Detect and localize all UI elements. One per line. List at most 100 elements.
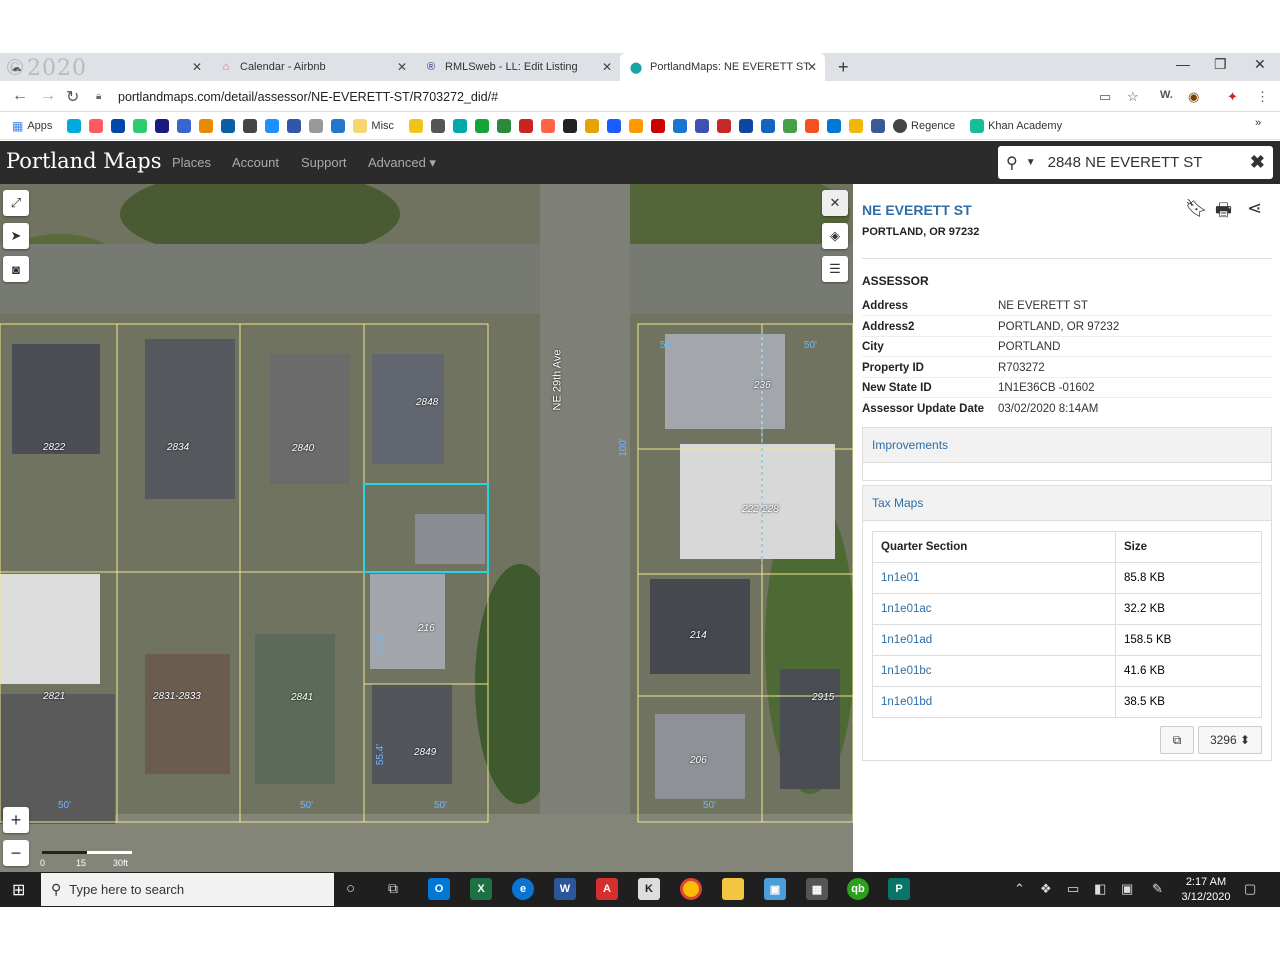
bookmark-regence[interactable]: Regence (893, 117, 963, 135)
nav-advanced[interactable]: Advanced ▾ (368, 155, 436, 171)
battery-icon[interactable]: ▭ (1067, 881, 1079, 897)
bookmark-icon[interactable] (265, 118, 280, 133)
address-search[interactable]: ⚲ ▼ 2848 NE EVERETT ST ✖ (998, 146, 1273, 179)
nav-support[interactable]: Support (301, 155, 347, 170)
quarter-section-link[interactable]: 1n1e01ad (872, 624, 1116, 656)
search-input[interactable]: 2848 NE EVERETT ST (1048, 154, 1250, 171)
edge-icon[interactable]: e (512, 878, 534, 900)
quarter-section-link[interactable]: 1n1e01ac (872, 593, 1116, 625)
tax-maps-header[interactable]: Tax Maps (863, 486, 1271, 520)
fullscreen-icon[interactable]: ⤢ (3, 190, 29, 216)
bookmark-icon[interactable] (475, 118, 490, 133)
nav-account[interactable]: Account (232, 155, 279, 170)
quarter-section-link[interactable]: 1n1e01 (872, 562, 1116, 594)
chrome-icon[interactable] (680, 878, 702, 900)
bookmark-icon[interactable] (287, 118, 302, 133)
portlandmaps-logo[interactable]: Portland Maps (6, 149, 162, 173)
aerial-map[interactable]: 2822 2834 2840 2848 2821 2831-2833 2841 … (0, 184, 853, 872)
quickbooks-icon[interactable]: qb (847, 878, 869, 900)
bookmark-icon[interactable] (111, 118, 126, 133)
bookmark-icon[interactable] (585, 118, 600, 133)
bookmark-icon[interactable] (221, 118, 236, 133)
bookmark-icon[interactable] (431, 118, 446, 133)
bookmark-icon[interactable]: 🔖︎ (1185, 198, 1208, 219)
bookmark-icon[interactable] (199, 118, 214, 133)
taskbar-search-input[interactable]: Type here to search (69, 882, 184, 897)
bookmark-icon[interactable] (243, 118, 258, 133)
notifications-icon[interactable]: ▢ (1244, 881, 1256, 897)
chevron-up-icon[interactable]: ⌃ (1014, 881, 1025, 897)
publisher-icon[interactable]: P (888, 878, 910, 900)
tab-close-icon[interactable]: ✕ (192, 60, 202, 74)
tab-close-icon[interactable]: ✕ (807, 60, 817, 74)
pen-icon[interactable]: ✎ (1152, 881, 1163, 897)
tax-map-select[interactable]: 3296 ⬍ (1198, 726, 1262, 754)
quarter-section-link[interactable]: 1n1e01bd (872, 686, 1116, 718)
bookmark-icon[interactable] (849, 118, 864, 133)
bookmark-apps[interactable]: ▦ Apps (12, 117, 60, 135)
layers-icon[interactable]: ◈ (822, 223, 848, 249)
locate-icon[interactable]: ➤ (3, 223, 29, 249)
tax-maps-accordion[interactable]: Tax Maps Quarter Section Size 1n1e01 85.… (862, 485, 1272, 761)
bookmark-icon[interactable] (827, 118, 842, 133)
extension-w-icon[interactable]: W. (1160, 89, 1173, 101)
chevron-down-icon[interactable]: ▼ (1026, 157, 1036, 168)
bookmark-icon[interactable] (89, 118, 104, 133)
cortana-icon[interactable]: ○ (346, 880, 355, 897)
extension-red-icon[interactable]: ✦ (1227, 89, 1238, 105)
network-icon[interactable]: ◧ (1094, 881, 1106, 897)
tab-portlandmaps[interactable]: ⬤ PortlandMaps: NE EVERETT ST ✕ (620, 53, 825, 81)
bookmark-icon[interactable] (541, 118, 556, 133)
search-icon[interactable]: ⚲ (1006, 153, 1018, 173)
bookmark-icon[interactable] (497, 118, 512, 133)
menu-kebab-icon[interactable]: ⋮ (1256, 89, 1269, 105)
bookmark-icon[interactable] (67, 118, 82, 133)
bookmark-icon[interactable] (177, 118, 192, 133)
bookmark-icon[interactable] (607, 118, 622, 133)
remote-desktop-icon[interactable]: ▣ (764, 878, 786, 900)
bookmark-icon[interactable] (155, 118, 170, 133)
bookmark-icon[interactable] (519, 118, 534, 133)
bookmark-icon[interactable] (651, 118, 666, 133)
bookmark-icon[interactable] (805, 118, 820, 133)
tab-rmls[interactable]: ® RMLSweb - LL: Edit Listing ✕ (415, 53, 620, 81)
zoom-out-button[interactable]: − (3, 840, 29, 866)
tab-close-icon[interactable]: ✕ (397, 60, 407, 74)
reload-icon[interactable]: ↻ (66, 87, 79, 107)
cast-icon[interactable]: ▭ (1099, 89, 1111, 105)
url-field[interactable]: 🔒︎ portlandmaps.com/detail/assessor/NE-E… (96, 85, 1086, 108)
star-icon[interactable]: ☆ (1127, 89, 1139, 105)
bookmark-icon[interactable] (761, 118, 776, 133)
bookmark-icon[interactable] (717, 118, 732, 133)
legend-list-icon[interactable]: ☰ (822, 256, 848, 282)
bookmark-icon[interactable] (739, 118, 754, 133)
display-icon[interactable]: ▣ (1121, 881, 1133, 897)
bookmark-icon[interactable] (453, 118, 468, 133)
new-tab-button[interactable]: + (828, 53, 856, 81)
print-icon[interactable]: 🖶 (1215, 198, 1232, 228)
bookmark-icon[interactable] (331, 118, 346, 133)
zoom-in-button[interactable]: + (3, 807, 29, 833)
outlook-icon[interactable]: O (428, 878, 450, 900)
improvements-header[interactable]: Improvements (863, 428, 1271, 462)
bookmark-icon[interactable] (563, 118, 578, 133)
tab-close-icon[interactable]: ✕ (602, 60, 612, 74)
task-view-icon[interactable]: ⧉ (388, 880, 398, 897)
more-bookmarks-icon[interactable]: » (1255, 117, 1261, 129)
bookmark-icon[interactable] (409, 118, 424, 133)
file-explorer-icon[interactable] (722, 878, 744, 900)
bookmark-icon[interactable] (673, 118, 688, 133)
bookmark-icon[interactable] (309, 118, 324, 133)
dropbox-icon[interactable]: ❖ (1040, 881, 1052, 897)
taskbar-search[interactable]: ⚲ Type here to search (41, 873, 334, 906)
external-link-icon[interactable]: ⧉ (1160, 726, 1194, 754)
bookmark-khan-academy[interactable]: Khan Academy (970, 117, 1070, 135)
quarter-section-link[interactable]: 1n1e01bc (872, 655, 1116, 687)
nav-places[interactable]: Places (172, 155, 211, 170)
restore-icon[interactable]: ❐ (1214, 56, 1227, 73)
acrobat-icon[interactable]: A (596, 878, 618, 900)
bookmark-icon[interactable] (629, 118, 644, 133)
bookmark-icon[interactable] (783, 118, 798, 133)
bookmark-icon[interactable] (133, 118, 148, 133)
share-icon[interactable]: ⋖ (1247, 198, 1262, 219)
